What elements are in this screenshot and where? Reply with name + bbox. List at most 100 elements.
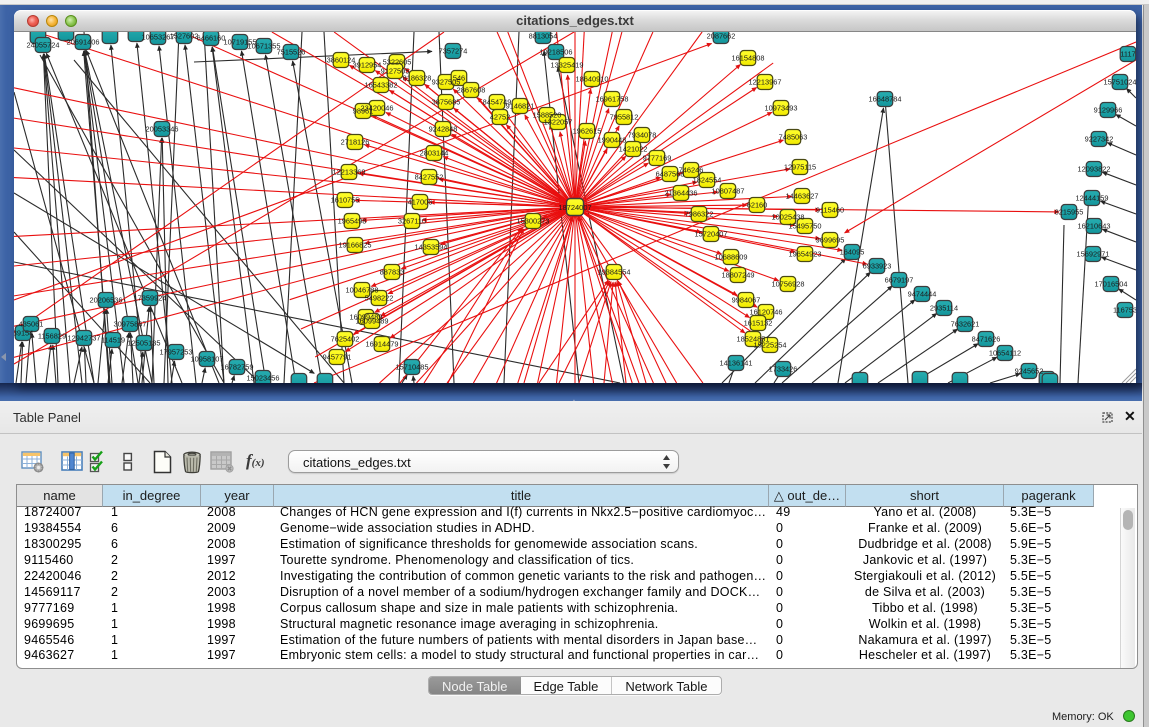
- svg-text:18724007: 18724007: [558, 203, 591, 212]
- svg-text:6466160: 6466160: [197, 34, 226, 43]
- svg-text:2087662: 2087662: [707, 32, 736, 41]
- svg-text:16099489: 16099489: [356, 317, 389, 326]
- svg-text:24055724: 24055724: [27, 41, 60, 50]
- svg-text:746246: 746246: [679, 166, 704, 175]
- svg-text:114519: 114519: [101, 336, 125, 345]
- svg-text:15751024: 15751024: [1104, 78, 1136, 87]
- svg-text:19218506: 19218506: [540, 48, 573, 57]
- svg-text:10973493: 10973493: [765, 104, 798, 113]
- svg-text:1965498: 1965498: [338, 217, 367, 226]
- svg-text:10807487: 10807487: [712, 187, 745, 196]
- svg-text:7625402: 7625402: [331, 335, 360, 344]
- svg-text:19384554: 19384554: [598, 268, 631, 277]
- svg-text:9984067: 9984067: [732, 296, 761, 305]
- svg-text:15710485: 15710485: [396, 363, 429, 372]
- svg-text:16543382: 16543382: [365, 81, 398, 90]
- svg-text:1990448: 1990448: [598, 136, 627, 145]
- svg-text:10671355: 10671355: [248, 42, 281, 51]
- svg-text:1962615: 1962615: [573, 127, 602, 136]
- svg-text:9227342: 9227342: [1085, 135, 1114, 144]
- svg-text:5498222: 5498222: [365, 294, 394, 303]
- svg-text:12505135: 12505135: [128, 339, 161, 348]
- svg-text:8813054: 8813054: [529, 32, 558, 41]
- svg-text:3860124: 3860124: [327, 56, 356, 65]
- svg-text:12213967: 12213967: [749, 78, 782, 87]
- svg-text:1527602: 1527602: [170, 32, 199, 41]
- svg-text:15692971: 15692971: [1077, 250, 1110, 259]
- svg-text:1156829: 1156829: [38, 332, 66, 341]
- svg-text:3875685: 3875685: [432, 98, 461, 107]
- svg-text:1733426: 1733426: [769, 365, 798, 374]
- svg-text:12093822: 12093822: [1078, 165, 1111, 174]
- svg-text:19166825: 19166825: [339, 241, 372, 250]
- svg-text:14463627: 14463627: [786, 192, 819, 201]
- svg-text:16210643: 16210643: [1078, 222, 1111, 231]
- svg-text:1322057: 1322057: [544, 118, 573, 127]
- svg-text:17359924: 17359924: [134, 294, 167, 303]
- svg-text:7934078: 7934078: [628, 131, 657, 140]
- svg-text:10688609: 10688609: [715, 253, 748, 262]
- svg-text:21364436: 21364436: [665, 189, 698, 198]
- svg-text:9129966: 9129966: [1094, 106, 1123, 115]
- svg-text:16154808: 16154808: [732, 54, 765, 63]
- svg-text:15720407: 15720407: [695, 230, 728, 239]
- svg-text:42752: 42752: [490, 113, 511, 122]
- svg-text:20206536: 20206536: [90, 296, 123, 305]
- svg-text:7986322: 7986322: [685, 210, 714, 219]
- svg-text:2803144: 2803144: [420, 149, 449, 158]
- svg-text:417006: 417006: [408, 198, 433, 207]
- svg-text:12213369: 12213369: [333, 168, 366, 177]
- svg-text:546: 546: [453, 74, 465, 83]
- svg-text:39154: 39154: [14, 329, 33, 338]
- svg-text:12975115: 12975115: [784, 163, 816, 172]
- svg-text:19654923: 19654923: [789, 250, 822, 259]
- svg-text:16961758: 16961758: [596, 95, 629, 104]
- svg-text:435061: 435061: [19, 320, 44, 329]
- svg-text:14136141: 14136141: [720, 359, 753, 368]
- svg-text:1421022: 1421022: [619, 145, 648, 154]
- svg-text:18640910: 18640910: [576, 75, 609, 84]
- svg-text:30975867: 30975867: [114, 320, 147, 329]
- svg-text:3912954: 3912954: [353, 61, 382, 70]
- svg-text:9146821: 9146821: [506, 102, 535, 111]
- svg-text:17016504: 17016504: [1095, 280, 1128, 289]
- svg-text:1824554: 1824554: [693, 176, 722, 185]
- svg-text:7632621: 7632621: [951, 320, 980, 329]
- svg-text:2935114: 2935114: [930, 304, 958, 313]
- svg-text:16914479: 16914479: [366, 340, 399, 349]
- svg-text:14353594: 14353594: [415, 243, 448, 252]
- svg-text:8471626: 8471626: [972, 335, 1001, 344]
- svg-text:20053346: 20053346: [146, 125, 179, 134]
- svg-text:887833: 887833: [380, 268, 405, 277]
- svg-text:17957253: 17957253: [160, 348, 193, 357]
- svg-text:1610755: 1610755: [331, 196, 360, 205]
- svg-text:5322605: 5322605: [383, 58, 412, 67]
- svg-text:1615132: 1615132: [744, 319, 773, 328]
- svg-text:6679197: 6679197: [885, 276, 914, 285]
- svg-text:6933923: 6933923: [863, 262, 892, 271]
- svg-text:3267110: 3267110: [398, 217, 426, 226]
- svg-text:16782759: 16782759: [221, 363, 254, 372]
- svg-text:13325419: 13325419: [551, 61, 584, 70]
- svg-text:10756928: 10756928: [772, 280, 805, 289]
- svg-text:9474444: 9474444: [908, 290, 937, 299]
- svg-text:7485063: 7485063: [779, 133, 808, 142]
- svg-text:8215955: 8215955: [1055, 208, 1084, 217]
- svg-text:116753: 116753: [1113, 306, 1136, 315]
- svg-text:10025438: 10025438: [772, 213, 805, 222]
- svg-text:8186328: 8186328: [403, 74, 432, 83]
- svg-text:16120746: 16120746: [750, 308, 783, 317]
- svg-text:7515526: 7515526: [277, 48, 306, 57]
- svg-text:10654112: 10654112: [989, 349, 1021, 358]
- svg-text:7357274: 7357274: [439, 47, 468, 56]
- svg-text:10958107: 10958107: [191, 355, 224, 364]
- svg-text:9242848: 9242848: [429, 125, 458, 134]
- svg-text:15225254: 15225254: [754, 341, 787, 350]
- svg-text:2867608: 2867608: [457, 86, 486, 95]
- svg-text:164095: 164095: [840, 248, 865, 257]
- svg-text:2718126: 2718126: [341, 138, 370, 147]
- svg-text:7955812: 7955812: [610, 113, 639, 122]
- svg-text:1117: 1117: [1120, 50, 1135, 59]
- svg-text:8427552: 8427552: [415, 173, 444, 182]
- svg-text:15300273: 15300273: [517, 217, 550, 226]
